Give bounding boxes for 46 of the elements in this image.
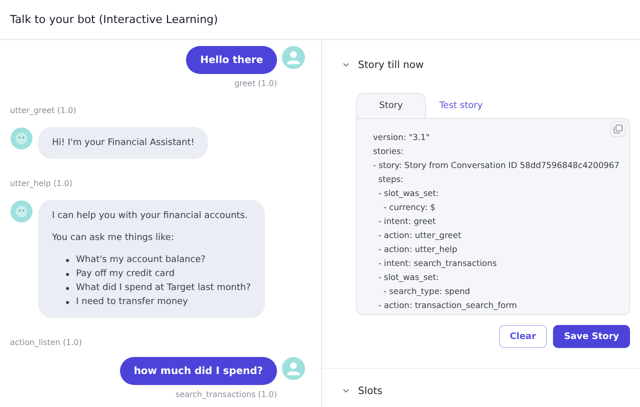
code-line: - action: transaction_search_form <box>377 299 518 312</box>
chevron-icon[interactable] <box>342 61 350 69</box>
intent-label: search_transactions (1.0) <box>176 390 277 399</box>
copy-button[interactable] <box>610 121 626 137</box>
message-text: I can help you with your financial accounts. <box>52 210 249 223</box>
list-item: Pay off my credit card <box>76 268 175 281</box>
list-item: What's my account balance? <box>76 254 206 267</box>
code-line: - intent: search_transactions <box>377 257 498 270</box>
code-line: - slot_was_set: <box>377 271 440 284</box>
code-line: stories: <box>373 145 405 158</box>
action-label: utter_help (1.0) <box>10 179 72 188</box>
action-label: utter_greet (1.0) <box>10 106 76 115</box>
code-line: - action: utter_help <box>377 243 458 256</box>
code-line: - action: utter_greet <box>377 229 462 242</box>
tab[interactable]: Story <box>356 93 426 118</box>
message-text: Hi! I'm your Financial Assistant! <box>52 137 194 150</box>
code-line: - search_type: spend <box>382 285 472 298</box>
user-message: how much did I spend? <box>120 357 277 385</box>
bot-avatar-icon <box>10 127 33 150</box>
section-title: Slots <box>358 386 382 396</box>
list-item: What did I spend at Target last month? <box>76 282 251 295</box>
copy-icon <box>613 124 623 134</box>
action-label: action_listen (1.0) <box>10 338 82 347</box>
message-text: You can ask me things like: <box>52 232 176 245</box>
list-item: I need to transfer money <box>76 296 188 309</box>
intent-label: greet (1.0) <box>234 79 277 88</box>
bullet-icon <box>66 258 69 262</box>
code-line: - story: Story from Conversation ID 58dd7596848c4200967 <box>373 159 620 172</box>
bullet-icon <box>66 286 69 290</box>
code-line: - slot_was_set: <box>377 187 440 200</box>
code-line: - intent: greet <box>377 215 437 228</box>
code-line: steps: <box>377 173 404 186</box>
section-title: Story till now <box>358 60 424 70</box>
user-avatar-icon <box>282 46 305 69</box>
bullet-icon <box>66 300 69 304</box>
code-line: version: "3.1" <box>373 131 431 144</box>
user-message: Hello there <box>186 46 277 74</box>
save-button[interactable]: Save Story <box>553 325 630 348</box>
code-line: - currency: $ <box>382 201 436 214</box>
bot-avatar-icon <box>10 200 33 223</box>
bullet-icon <box>66 272 69 276</box>
tab[interactable]: Test story <box>426 93 496 118</box>
clear-button[interactable]: Clear <box>498 325 548 348</box>
window-title: Talk to your bot (Interactive Learning) <box>10 13 218 26</box>
chevron-icon[interactable] <box>342 387 350 395</box>
user-avatar-icon <box>282 357 305 380</box>
